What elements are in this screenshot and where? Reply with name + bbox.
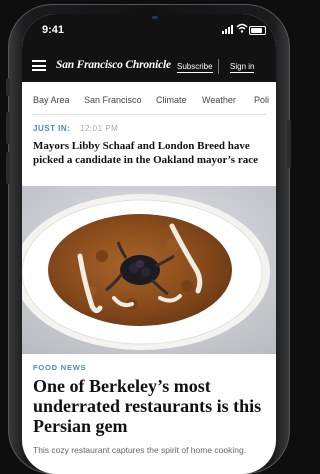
section-item[interactable]: Weather bbox=[202, 95, 236, 105]
phone-screen: 9:41 San Francisco Chronicle Subscribe S… bbox=[22, 14, 276, 474]
battery-icon bbox=[249, 26, 266, 35]
status-time: 9:41 bbox=[42, 24, 65, 36]
section-item[interactable]: San Francisco bbox=[84, 95, 142, 105]
status-bar: 9:41 bbox=[22, 14, 276, 42]
section-item[interactable]: Climate bbox=[156, 95, 187, 105]
side-button bbox=[6, 78, 10, 96]
stew-dish-image bbox=[22, 186, 276, 354]
feature-headline[interactable]: One of Berkeley’s most underrated restau… bbox=[33, 376, 269, 436]
power-button bbox=[287, 120, 291, 168]
section-nav: Bay Area San Francisco Climate Weather P… bbox=[22, 86, 276, 108]
breaking-headline[interactable]: Mayors Libby Schaaf and London Breed hav… bbox=[33, 139, 269, 167]
header-divider bbox=[218, 59, 219, 74]
signal-icon bbox=[222, 25, 233, 34]
signin-link[interactable]: Sign in bbox=[230, 62, 255, 73]
menu-icon[interactable] bbox=[32, 60, 46, 71]
divider-line bbox=[32, 114, 266, 115]
just-in-label: JUST IN: bbox=[33, 124, 71, 133]
section-item[interactable]: Poli bbox=[254, 95, 269, 105]
feature-category[interactable]: FOOD NEWS bbox=[33, 363, 86, 372]
volume-down-button bbox=[6, 152, 10, 184]
nav-row: San Francisco Chronicle Subscribe Sign i… bbox=[22, 54, 276, 78]
feature-dek: This cozy restaurant captures the spirit… bbox=[33, 445, 247, 455]
header-bar: 9:41 San Francisco Chronicle Subscribe S… bbox=[22, 14, 276, 82]
volume-up-button bbox=[6, 112, 10, 144]
just-in-time: 12:01 PM bbox=[80, 124, 119, 133]
subscribe-link[interactable]: Subscribe bbox=[177, 62, 213, 73]
camera-dot bbox=[152, 16, 158, 19]
section-item[interactable]: Bay Area bbox=[33, 95, 70, 105]
feature-photo[interactable] bbox=[22, 186, 276, 354]
wifi-icon bbox=[236, 23, 248, 33]
site-logo[interactable]: San Francisco Chronicle bbox=[56, 59, 171, 71]
